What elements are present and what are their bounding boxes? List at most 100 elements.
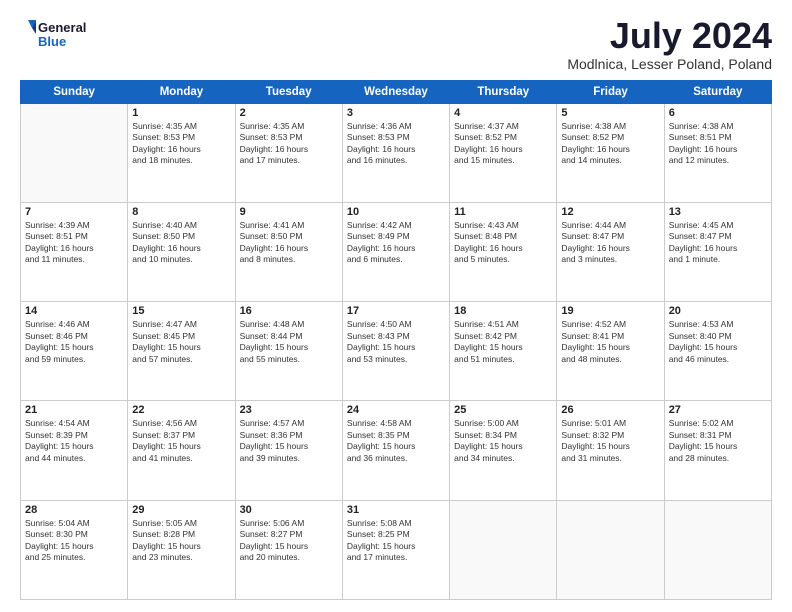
day-number: 13 (669, 206, 767, 218)
table-row: 14 Sunrise: 4:46 AM Sunset: 8:46 PM Dayli… (21, 302, 128, 401)
table-row (664, 500, 771, 599)
page: General Blue July 2024 Modlnica, Lesser … (0, 0, 792, 612)
cell-content: Sunrise: 5:00 AM Sunset: 8:34 PM Dayligh… (454, 418, 552, 464)
day-number: 16 (240, 305, 338, 317)
table-row: 8 Sunrise: 4:40 AM Sunset: 8:50 PM Daylig… (128, 202, 235, 301)
cell-content: Sunrise: 4:53 AM Sunset: 8:40 PM Dayligh… (669, 319, 767, 365)
title-block: July 2024 Modlnica, Lesser Poland, Polan… (567, 16, 772, 72)
logo: General Blue (20, 16, 110, 52)
day-number: 5 (561, 107, 659, 119)
day-number: 21 (25, 404, 123, 416)
table-row: 27Sunrise: 5:02 AM Sunset: 8:31 PM Dayli… (664, 401, 771, 500)
table-row: 12 Sunrise: 4:44 AM Sunset: 8:47 PM Dayli… (557, 202, 664, 301)
table-row: 11 Sunrise: 4:43 AM Sunset: 8:48 PM Dayli… (450, 202, 557, 301)
calendar-week-row: 7 Sunrise: 4:39 AM Sunset: 8:51 PM Daylig… (21, 202, 772, 301)
cell-content: Sunrise: 4:57 AM Sunset: 8:36 PM Dayligh… (240, 418, 338, 464)
cell-content: Sunrise: 4:39 AM Sunset: 8:51 PM Dayligh… (25, 220, 123, 266)
table-row: 1Sunrise: 4:35 AM Sunset: 8:53 PM Daylig… (128, 103, 235, 202)
logo-svg: General Blue (20, 16, 110, 52)
day-number: 1 (132, 107, 230, 119)
table-row: 22 Sunrise: 4:56 AM Sunset: 8:37 PM Dayli… (128, 401, 235, 500)
day-number: 27 (669, 404, 767, 416)
cell-content: Sunrise: 4:56 AM Sunset: 8:37 PM Dayligh… (132, 418, 230, 464)
day-number: 22 (132, 404, 230, 416)
table-row: 31 Sunrise: 5:08 AM Sunset: 8:25 PM Dayli… (342, 500, 449, 599)
day-number: 8 (132, 206, 230, 218)
col-tuesday: Tuesday (235, 80, 342, 103)
table-row: 15Sunrise: 4:47 AM Sunset: 8:45 PM Dayli… (128, 302, 235, 401)
cell-content: Sunrise: 4:35 AM Sunset: 8:53 PM Dayligh… (240, 121, 338, 167)
cell-content: Sunrise: 4:43 AM Sunset: 8:48 PM Dayligh… (454, 220, 552, 266)
cell-content: Sunrise: 4:50 AM Sunset: 8:43 PM Dayligh… (347, 319, 445, 365)
cell-content: Sunrise: 5:06 AM Sunset: 8:27 PM Dayligh… (240, 518, 338, 564)
table-row: 19 Sunrise: 4:52 AM Sunset: 8:41 PM Dayli… (557, 302, 664, 401)
calendar-week-row: 28 Sunrise: 5:04 AM Sunset: 8:30 PM Dayli… (21, 500, 772, 599)
table-row: 7 Sunrise: 4:39 AM Sunset: 8:51 PM Daylig… (21, 202, 128, 301)
day-number: 4 (454, 107, 552, 119)
cell-content: Sunrise: 4:44 AM Sunset: 8:47 PM Dayligh… (561, 220, 659, 266)
table-row: 5 Sunrise: 4:38 AM Sunset: 8:52 PM Daylig… (557, 103, 664, 202)
cell-content: Sunrise: 4:40 AM Sunset: 8:50 PM Dayligh… (132, 220, 230, 266)
table-row: 9 Sunrise: 4:41 AM Sunset: 8:50 PM Daylig… (235, 202, 342, 301)
day-number: 7 (25, 206, 123, 218)
day-number: 24 (347, 404, 445, 416)
day-number: 19 (561, 305, 659, 317)
day-number: 11 (454, 206, 552, 218)
cell-content: Sunrise: 4:42 AM Sunset: 8:49 PM Dayligh… (347, 220, 445, 266)
table-row: 28 Sunrise: 5:04 AM Sunset: 8:30 PM Dayli… (21, 500, 128, 599)
day-number: 18 (454, 305, 552, 317)
cell-content: Sunrise: 4:47 AM Sunset: 8:45 PM Dayligh… (132, 319, 230, 365)
day-number: 2 (240, 107, 338, 119)
cell-content: Sunrise: 4:58 AM Sunset: 8:35 PM Dayligh… (347, 418, 445, 464)
col-thursday: Thursday (450, 80, 557, 103)
location: Modlnica, Lesser Poland, Poland (567, 56, 772, 72)
table-row: 26Sunrise: 5:01 AM Sunset: 8:32 PM Dayli… (557, 401, 664, 500)
calendar-header-row: Sunday Monday Tuesday Wednesday Thursday… (21, 80, 772, 103)
cell-content: Sunrise: 4:52 AM Sunset: 8:41 PM Dayligh… (561, 319, 659, 365)
day-number: 17 (347, 305, 445, 317)
day-number: 6 (669, 107, 767, 119)
cell-content: Sunrise: 4:46 AM Sunset: 8:46 PM Dayligh… (25, 319, 123, 365)
day-number: 25 (454, 404, 552, 416)
table-row: 29Sunrise: 5:05 AM Sunset: 8:28 PM Dayli… (128, 500, 235, 599)
day-number: 12 (561, 206, 659, 218)
col-sunday: Sunday (21, 80, 128, 103)
cell-content: Sunrise: 5:08 AM Sunset: 8:25 PM Dayligh… (347, 518, 445, 564)
day-number: 3 (347, 107, 445, 119)
header: General Blue July 2024 Modlnica, Lesser … (20, 16, 772, 72)
day-number: 31 (347, 504, 445, 516)
table-row (21, 103, 128, 202)
cell-content: Sunrise: 4:38 AM Sunset: 8:52 PM Dayligh… (561, 121, 659, 167)
col-wednesday: Wednesday (342, 80, 449, 103)
table-row: 16 Sunrise: 4:48 AM Sunset: 8:44 PM Dayli… (235, 302, 342, 401)
table-row: 17 Sunrise: 4:50 AM Sunset: 8:43 PM Dayli… (342, 302, 449, 401)
table-row: 6Sunrise: 4:38 AM Sunset: 8:51 PM Daylig… (664, 103, 771, 202)
day-number: 9 (240, 206, 338, 218)
table-row: 4Sunrise: 4:37 AM Sunset: 8:52 PM Daylig… (450, 103, 557, 202)
table-row: 25 Sunrise: 5:00 AM Sunset: 8:34 PM Dayli… (450, 401, 557, 500)
table-row: 23Sunrise: 4:57 AM Sunset: 8:36 PM Dayli… (235, 401, 342, 500)
svg-text:Blue: Blue (38, 34, 66, 49)
cell-content: Sunrise: 4:48 AM Sunset: 8:44 PM Dayligh… (240, 319, 338, 365)
calendar-table: Sunday Monday Tuesday Wednesday Thursday… (20, 80, 772, 600)
calendar-week-row: 1 Sunrise: 4:35 AM Sunset: 8:53 PM Daylig… (21, 103, 772, 202)
cell-content: Sunrise: 4:36 AM Sunset: 8:53 PM Dayligh… (347, 121, 445, 167)
cell-content: Sunrise: 4:51 AM Sunset: 8:42 PM Dayligh… (454, 319, 552, 365)
day-number: 30 (240, 504, 338, 516)
day-number: 10 (347, 206, 445, 218)
day-number: 14 (25, 305, 123, 317)
day-number: 26 (561, 404, 659, 416)
cell-content: Sunrise: 5:04 AM Sunset: 8:30 PM Dayligh… (25, 518, 123, 564)
table-row: 13 Sunrise: 4:45 AM Sunset: 8:47 PM Dayli… (664, 202, 771, 301)
cell-content: Sunrise: 4:45 AM Sunset: 8:47 PM Dayligh… (669, 220, 767, 266)
col-monday: Monday (128, 80, 235, 103)
cell-content: Sunrise: 4:41 AM Sunset: 8:50 PM Dayligh… (240, 220, 338, 266)
svg-text:General: General (38, 20, 86, 35)
cell-content: Sunrise: 4:54 AM Sunset: 8:39 PM Dayligh… (25, 418, 123, 464)
table-row: 2 Sunrise: 4:35 AM Sunset: 8:53 PM Daylig… (235, 103, 342, 202)
day-number: 28 (25, 504, 123, 516)
table-row: 20 Sunrise: 4:53 AM Sunset: 8:40 PM Dayli… (664, 302, 771, 401)
day-number: 20 (669, 305, 767, 317)
table-row: 21 Sunrise: 4:54 AM Sunset: 8:39 PM Dayli… (21, 401, 128, 500)
cell-content: Sunrise: 5:05 AM Sunset: 8:28 PM Dayligh… (132, 518, 230, 564)
